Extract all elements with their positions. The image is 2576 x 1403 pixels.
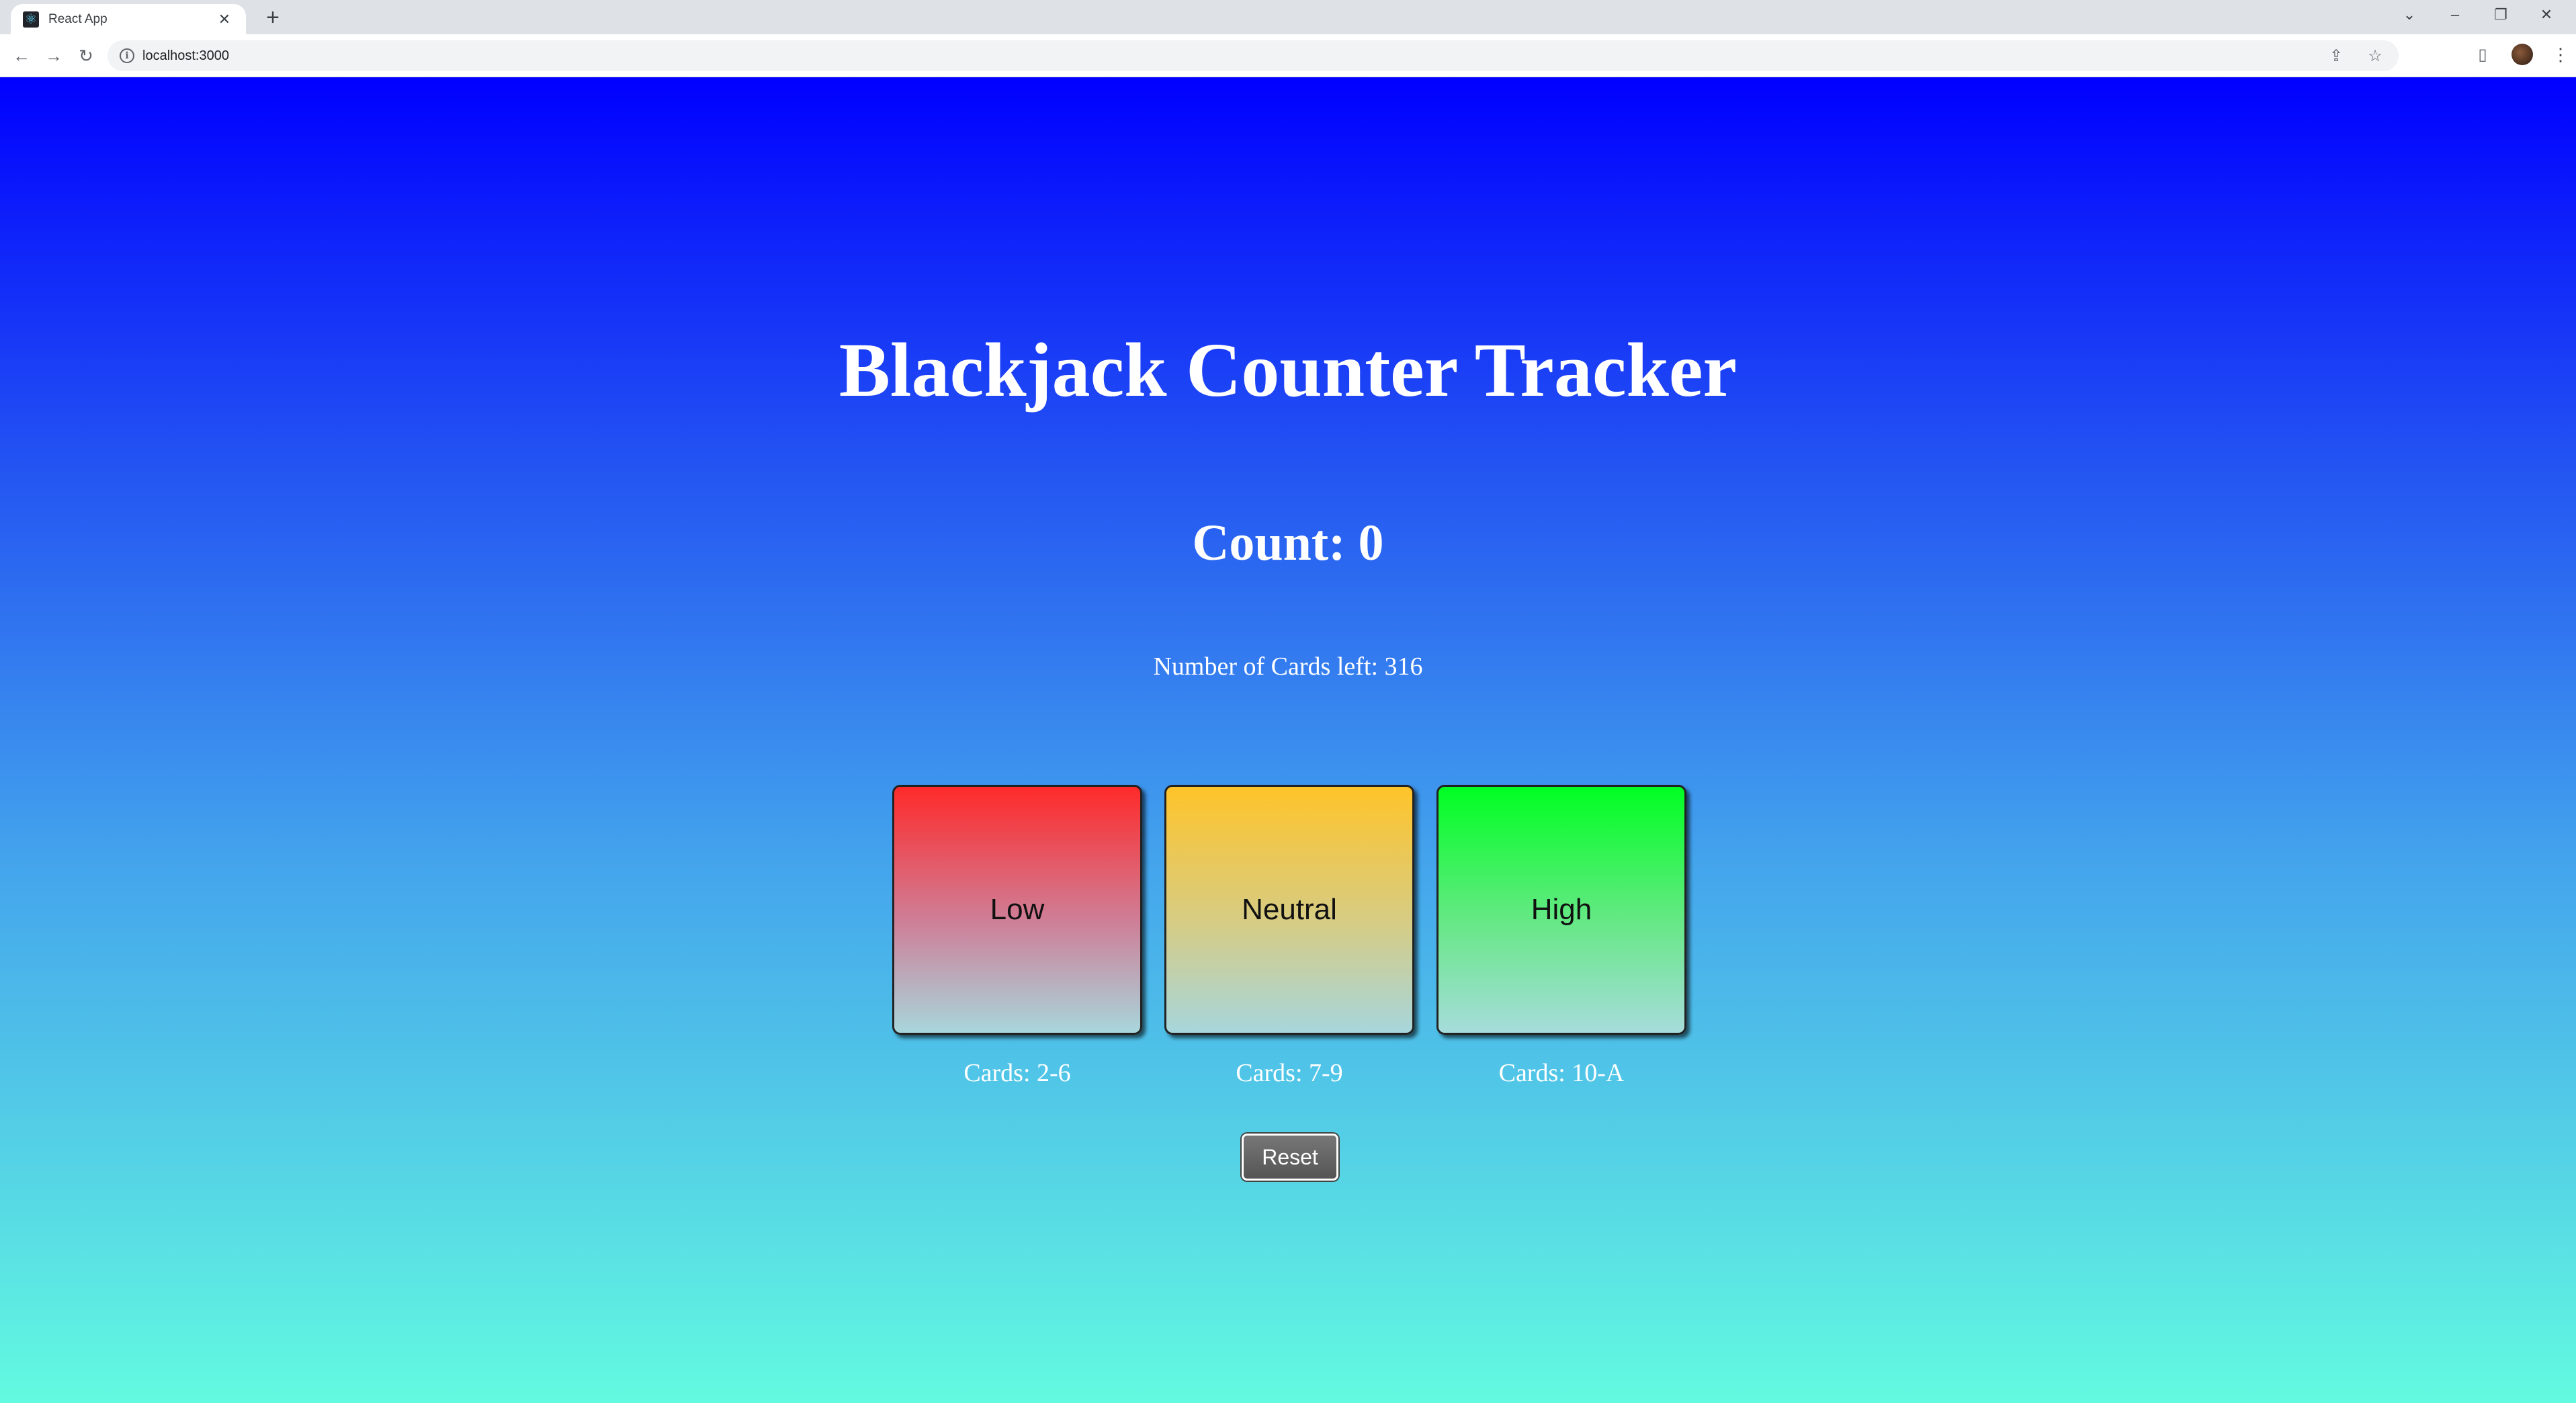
low-caption: Cards: 2-6 (963, 1059, 1071, 1087)
address-bar[interactable]: i localhost:3000 ⇪ ☆ (108, 40, 2399, 71)
window-controls: ⌄ – ❐ ✕ (2387, 3, 2569, 27)
cards-left-text: Number of Cards left: 316 (1153, 652, 1423, 681)
tab-search-icon[interactable]: ⌄ (2387, 3, 2432, 27)
tab-strip: ⚛ React App ✕ + ⌄ – ❐ ✕ (0, 0, 2576, 34)
browser-toolbar: ← → ↻ i localhost:3000 ⇪ ☆ ▯ ⋮ (0, 34, 2576, 77)
low-button[interactable]: Low (892, 785, 1142, 1035)
site-info-icon[interactable]: i (120, 48, 134, 63)
page-title: Blackjack Counter Tracker (839, 327, 1737, 413)
close-window-button[interactable]: ✕ (2524, 3, 2569, 27)
app-page: Blackjack Counter Tracker Count: 0 Numbe… (0, 77, 2576, 1403)
bookmark-star-icon[interactable]: ☆ (2365, 46, 2385, 66)
react-favicon-icon: ⚛ (23, 11, 39, 28)
forward-icon[interactable]: → (42, 44, 66, 68)
reset-button[interactable]: Reset (1242, 1134, 1338, 1181)
side-panel-icon[interactable]: ▯ (2473, 45, 2493, 65)
back-icon[interactable]: ← (9, 44, 34, 68)
neutral-caption: Cards: 7-9 (1236, 1059, 1343, 1087)
browser-tab[interactable]: ⚛ React App ✕ (11, 4, 246, 34)
high-caption: Cards: 10-A (1498, 1059, 1625, 1087)
menu-icon[interactable]: ⋮ (2552, 44, 2569, 65)
reload-icon[interactable]: ↻ (74, 44, 98, 68)
minimize-button[interactable]: – (2432, 3, 2478, 27)
omnibox-actions: ⇪ ☆ (2326, 40, 2385, 71)
profile-avatar[interactable] (2511, 44, 2533, 65)
new-tab-button[interactable]: + (262, 6, 284, 29)
high-button[interactable]: High (1436, 785, 1686, 1035)
url-text[interactable]: localhost:3000 (142, 48, 229, 64)
tab-close-icon[interactable]: ✕ (215, 11, 234, 28)
browser-chrome: ⚛ React App ✕ + ⌄ – ❐ ✕ ← → ↻ i localhos… (0, 0, 2576, 77)
restore-button[interactable]: ❐ (2478, 3, 2524, 27)
toolbar-right: ▯ ⋮ (2473, 44, 2569, 65)
count-display: Count: 0 (1192, 515, 1384, 571)
share-icon[interactable]: ⇪ (2326, 46, 2346, 66)
neutral-button[interactable]: Neutral (1164, 785, 1414, 1035)
tab-title: React App (48, 11, 108, 26)
